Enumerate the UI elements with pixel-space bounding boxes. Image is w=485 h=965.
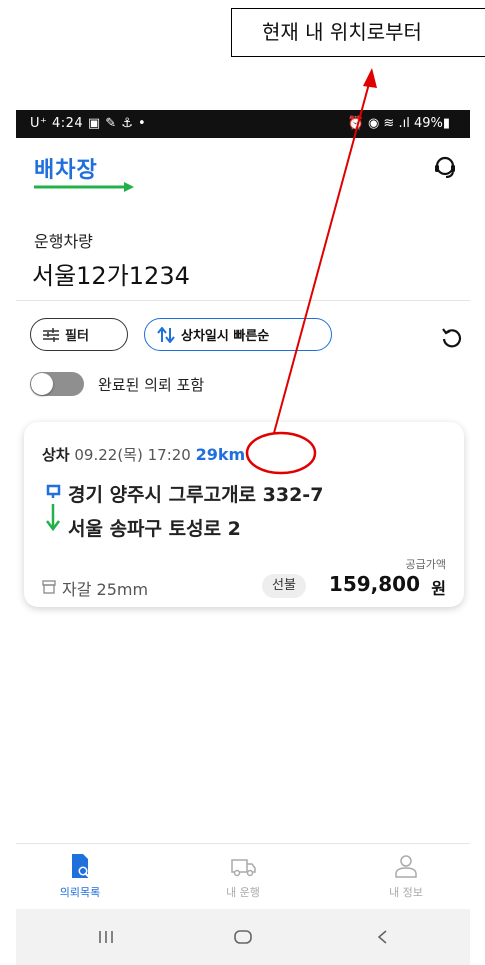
cargo-type: 자갈 25mm <box>62 580 149 599</box>
filter-button[interactable]: 필터 <box>30 318 128 351</box>
status-bar: U⁺ 4:24 ▣ ✎ ⚓ • ⏰ ◉ ≋ .ıl 49%▮ <box>16 110 470 138</box>
route-icon <box>46 484 61 532</box>
nav-label: 내 운행 <box>226 886 260 899</box>
load-info: 상차 09.22(목) 17:20 29km <box>42 444 245 465</box>
nav-label: 내 정보 <box>389 886 423 899</box>
load-label: 상차 <box>42 446 70 464</box>
back-icon[interactable] <box>362 927 402 947</box>
annotation-callout: 현재 내 위치로부터 <box>231 8 485 57</box>
nav-label: 의뢰목록 <box>59 886 101 899</box>
payment-type-badge: 선불 <box>262 574 306 598</box>
logo-arrow-icon <box>34 182 134 192</box>
destination-address: 서울 송파구 토성로 2 <box>68 518 241 540</box>
divider <box>16 300 470 301</box>
annotation-callout-text: 현재 내 위치로부터 <box>262 20 422 44</box>
include-completed-toggle[interactable] <box>30 372 84 396</box>
sort-button[interactable]: 상차일시 빠른순 <box>144 318 332 351</box>
annotation-arrowhead <box>363 68 377 88</box>
origin-address: 경기 양주시 그루고개로 332-7 <box>68 484 324 506</box>
sort-button-label: 상차일시 빠른순 <box>181 329 270 344</box>
system-nav-bar <box>16 909 470 965</box>
order-card[interactable]: 상차 09.22(목) 17:20 29km 경기 양주시 그루고개로 332-… <box>24 422 464 607</box>
screenshot-canvas: { "annotation": { "callout_text": "현재 내 … <box>0 0 485 965</box>
truck-icon <box>231 859 256 877</box>
app-header: 배차장 <box>16 138 470 202</box>
bottom-nav: 의뢰목록 내 운행 내 정보 <box>16 843 470 909</box>
document-search-icon <box>72 854 90 878</box>
home-icon[interactable] <box>223 927 263 947</box>
headset-icon[interactable] <box>432 154 458 180</box>
filter-sliders-icon <box>43 327 59 342</box>
toggle-knob <box>31 373 53 395</box>
status-bar-left: U⁺ 4:24 ▣ ✎ ⚓ • <box>30 116 147 131</box>
price: 159,800 <box>328 572 420 596</box>
sort-arrows-icon <box>157 326 175 343</box>
box-icon <box>42 580 56 594</box>
distance: 29km <box>195 445 246 464</box>
vehicle-plate: 서울12가1234 <box>32 262 190 290</box>
supply-price-label: 공급가액 <box>405 558 446 571</box>
app-logo: 배차장 <box>34 158 98 183</box>
refresh-icon[interactable] <box>440 326 462 348</box>
recent-apps-icon[interactable] <box>86 927 126 947</box>
nav-order-list[interactable]: 의뢰목록 <box>30 852 130 900</box>
load-datetime: 09.22(목) 17:20 <box>74 446 191 464</box>
include-completed-label: 완료된 의뢰 포함 <box>98 376 205 394</box>
nav-my-info[interactable]: 내 정보 <box>356 852 456 900</box>
vehicle-label: 운행차량 <box>34 232 93 251</box>
price-currency: 원 <box>431 579 446 598</box>
nav-my-driving[interactable]: 내 운행 <box>193 852 293 900</box>
filter-button-label: 필터 <box>65 329 89 344</box>
status-bar-right: ⏰ ◉ ≋ .ıl 49%▮ <box>347 116 450 131</box>
person-icon <box>395 855 417 878</box>
phone-screen: U⁺ 4:24 ▣ ✎ ⚓ • ⏰ ◉ ≋ .ıl 49%▮ 배차장 운행차량 … <box>16 110 470 965</box>
